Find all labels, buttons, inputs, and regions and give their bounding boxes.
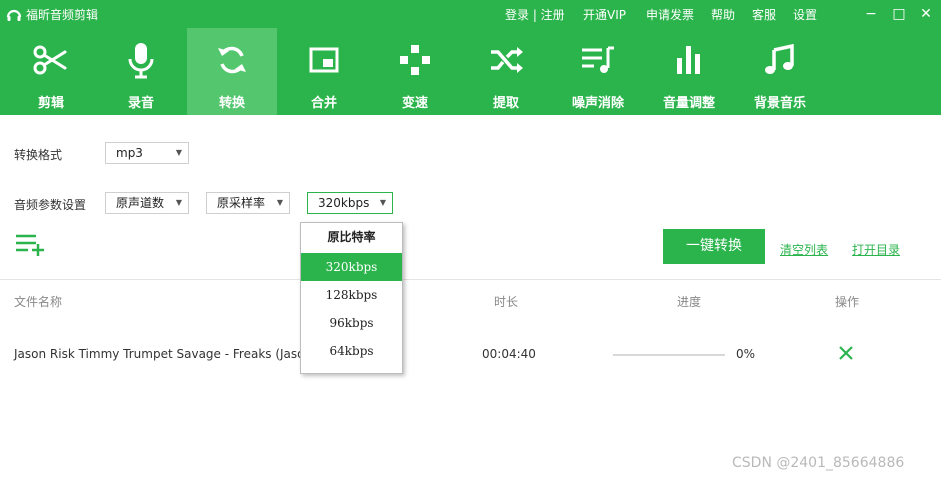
progress-percent: 0% xyxy=(736,347,756,361)
tool-volume[interactable]: 音量调整 xyxy=(644,28,734,115)
close-button[interactable]: ✕ xyxy=(917,5,935,23)
tool-label: 背景音乐 xyxy=(753,96,806,111)
bitrate-dropdown: 原比特率 320kbps 128kbps 96kbps 64kbps xyxy=(300,222,403,374)
bitrate-select[interactable]: 320kbps ▼ xyxy=(307,192,393,214)
title-bar: 福昕音频剪辑 登录 | 注册 开通VIP 申请发票 帮助 客服 设置 − □ ✕ xyxy=(0,0,941,28)
tool-label: 音量调整 xyxy=(662,96,715,111)
audio-params-label: 音频参数设置 xyxy=(14,198,87,212)
dropdown-option-320kbps[interactable]: 320kbps xyxy=(301,253,402,281)
tool-extract[interactable]: 提取 xyxy=(461,28,551,115)
app-logo-icon xyxy=(6,9,22,21)
format-label: 转换格式 xyxy=(14,148,63,162)
scissors-icon xyxy=(33,45,67,75)
settings-link[interactable]: 设置 xyxy=(793,6,817,23)
speed-icon xyxy=(400,45,430,75)
sample-rate-value: 原采样率 xyxy=(217,196,266,210)
minimize-button[interactable]: − xyxy=(862,5,880,23)
vip-link[interactable]: 开通VIP xyxy=(583,6,626,23)
music-note-icon xyxy=(765,43,794,74)
volume-bars-icon xyxy=(677,46,700,74)
file-name-cell: Jason Risk Timmy Trumpet Savage - Freaks… xyxy=(14,347,305,361)
format-value: mp3 xyxy=(116,146,143,160)
maximize-button[interactable]: □ xyxy=(890,5,908,23)
tool-cut[interactable]: 剪辑 xyxy=(6,28,96,115)
support-link[interactable]: 客服 xyxy=(752,6,776,23)
chevron-down-icon: ▼ xyxy=(276,198,283,207)
channel-select[interactable]: 原声道数 ▼ xyxy=(105,192,189,214)
watermark: CSDN @2401_85664886 xyxy=(732,455,905,471)
convert-button[interactable]: 一键转换 xyxy=(663,229,765,264)
tool-label: 提取 xyxy=(492,96,519,111)
format-select[interactable]: mp3 ▼ xyxy=(105,142,189,164)
sample-rate-select[interactable]: 原采样率 ▼ xyxy=(206,192,290,214)
extract-icon xyxy=(491,47,523,73)
divider xyxy=(0,279,941,280)
tool-label: 变速 xyxy=(401,96,428,111)
tool-label: 合并 xyxy=(310,96,337,111)
invoice-link[interactable]: 申请发票 xyxy=(646,6,694,23)
column-header-name: 文件名称 xyxy=(14,295,63,309)
tool-label: 录音 xyxy=(127,96,154,111)
add-files-icon[interactable] xyxy=(14,232,46,256)
dropdown-option-96kbps[interactable]: 96kbps xyxy=(301,309,402,337)
column-header-action: 操作 xyxy=(835,295,860,309)
chevron-down-icon: ▼ xyxy=(379,198,386,207)
login-register-link[interactable]: 登录 | 注册 xyxy=(505,6,565,23)
tool-speed[interactable]: 变速 xyxy=(370,28,460,115)
tool-merge[interactable]: 合并 xyxy=(279,28,369,115)
column-header-duration: 时长 xyxy=(494,295,519,309)
help-link[interactable]: 帮助 xyxy=(711,6,735,23)
tool-label: 转换 xyxy=(218,96,245,111)
progress-bar xyxy=(613,354,725,356)
tool-convert[interactable]: 转换 xyxy=(187,28,277,115)
open-directory-link[interactable]: 打开目录 xyxy=(852,241,900,258)
app-title: 福昕音频剪辑 xyxy=(26,8,99,22)
chevron-down-icon: ▼ xyxy=(175,198,182,207)
column-header-progress: 进度 xyxy=(677,295,702,309)
delete-icon[interactable] xyxy=(838,345,854,361)
dropdown-option-64kbps[interactable]: 64kbps xyxy=(301,337,402,365)
dropdown-option-original[interactable]: 原比特率 xyxy=(301,223,402,251)
bitrate-value: 320kbps xyxy=(318,196,370,210)
tool-background-music[interactable]: 背景音乐 xyxy=(735,28,825,115)
tool-noise-reduction[interactable]: 噪声消除 xyxy=(553,28,643,115)
convert-icon xyxy=(218,46,246,74)
noise-reduction-icon xyxy=(582,46,614,73)
tool-record[interactable]: 录音 xyxy=(96,28,186,115)
clear-list-link[interactable]: 清空列表 xyxy=(780,241,828,258)
chevron-down-icon: ▼ xyxy=(175,148,182,157)
tool-label: 噪声消除 xyxy=(571,96,624,111)
merge-icon xyxy=(309,47,339,73)
duration-cell: 00:04:40 xyxy=(482,347,536,361)
microphone-icon xyxy=(128,43,154,79)
tool-label: 剪辑 xyxy=(37,96,64,111)
dropdown-option-128kbps[interactable]: 128kbps xyxy=(301,281,402,309)
main-toolbar: 剪辑 录音 转换 合并 变速 提取 噪声消除 音量调整 背景音乐 xyxy=(0,28,941,115)
channel-value: 原声道数 xyxy=(116,196,165,210)
